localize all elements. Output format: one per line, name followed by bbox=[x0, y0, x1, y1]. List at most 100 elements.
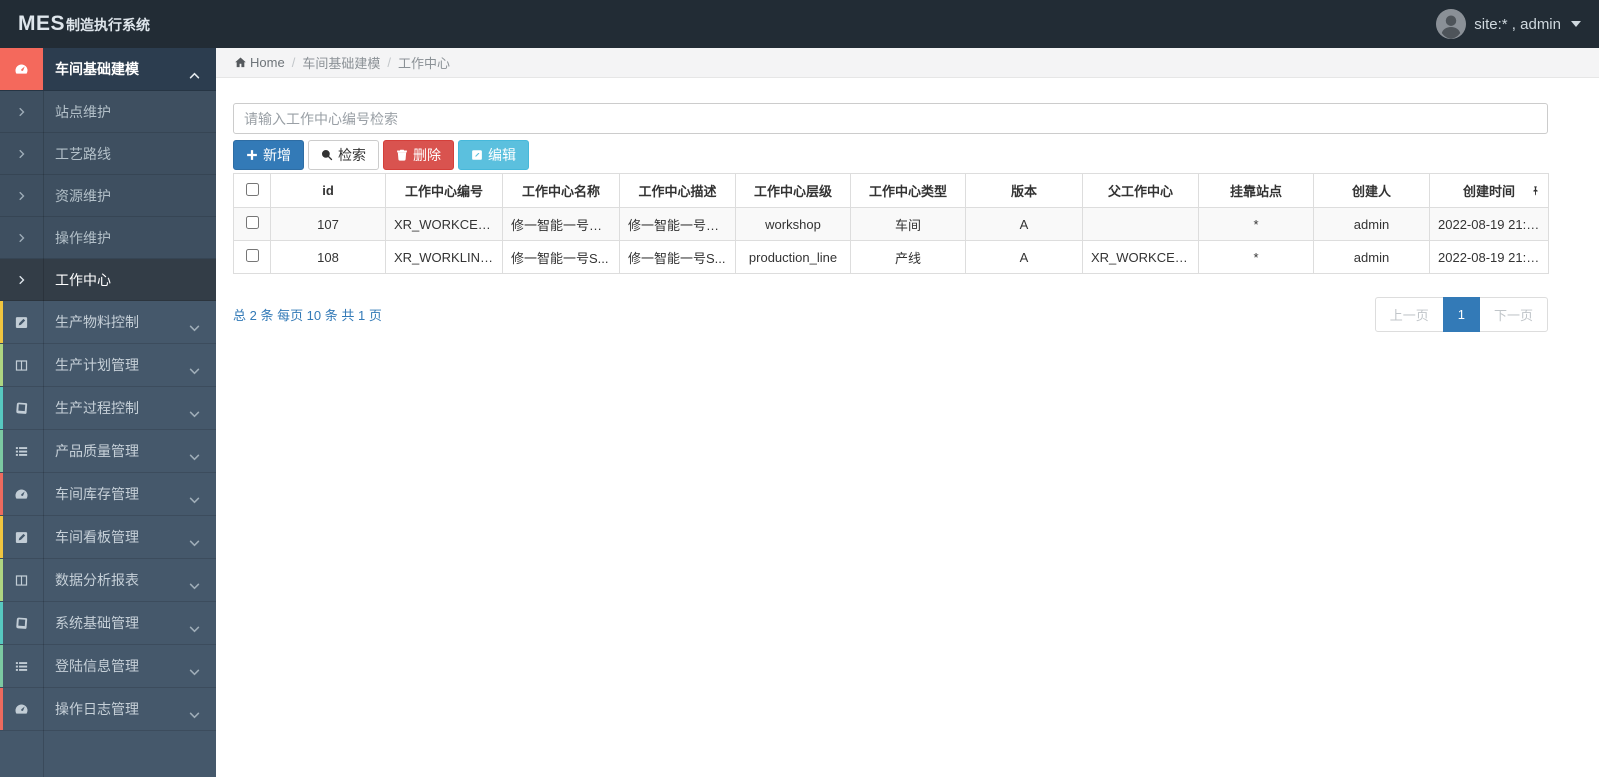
app-window: MES 制造执行系统 site:* , admin 车间基础建模 站点维护 工艺… bbox=[0, 0, 1599, 777]
header-select-all bbox=[233, 173, 271, 208]
delete-button[interactable]: 删除 bbox=[383, 140, 454, 170]
next-page-button[interactable]: 下一页 bbox=[1478, 297, 1548, 332]
book-icon bbox=[0, 387, 43, 429]
user-dropdown[interactable]: site:* , admin bbox=[1436, 9, 1581, 39]
chevron-down-icon bbox=[189, 534, 200, 546]
breadcrumb-separator: / bbox=[291, 55, 296, 70]
sidebar-item-process-route[interactable]: 工艺路线 bbox=[0, 133, 216, 175]
sidebar-group-label: 系统基础管理 bbox=[55, 615, 139, 631]
sidebar-item-label: 工艺路线 bbox=[55, 145, 111, 162]
book-icon bbox=[0, 602, 43, 644]
select-all-checkbox[interactable] bbox=[245, 182, 259, 196]
row-checkbox[interactable] bbox=[245, 249, 259, 262]
sidebar-group-workshop-basic-modeling[interactable]: 车间基础建模 bbox=[0, 48, 216, 91]
user-photo-icon bbox=[1436, 9, 1467, 39]
trash-icon bbox=[397, 149, 407, 161]
sidebar-group-production-material-control[interactable]: 生产物料控制 bbox=[0, 301, 216, 344]
row-select-cell bbox=[233, 240, 271, 274]
cell-type: 车间 bbox=[850, 207, 966, 241]
breadcrumb-home-label: Home bbox=[250, 55, 285, 70]
sidebar-group-operation-log-management[interactable]: 操作日志管理 bbox=[0, 688, 216, 731]
sidebar-item-label: 站点维护 bbox=[55, 103, 111, 120]
table-row[interactable]: 108 XR_WORKLINE... 修一智能一号S... 修一智能一号S...… bbox=[233, 240, 1549, 274]
column-header-id: id bbox=[270, 173, 386, 208]
sidebar-group-label: 产品质量管理 bbox=[55, 443, 139, 459]
breadcrumb-parent: 车间基础建模 bbox=[302, 56, 381, 71]
sidebar-item-label: 资源维护 bbox=[55, 187, 111, 204]
main-content: Home / 车间基础建模 / 工作中心 新增 检索 删除 bbox=[216, 48, 1599, 777]
cell-parent: XR_WORKCEN... bbox=[1082, 240, 1199, 274]
sidebar-group-login-info-management[interactable]: 登陆信息管理 bbox=[0, 645, 216, 688]
add-button[interactable]: 新增 bbox=[233, 140, 304, 170]
chevron-down-icon bbox=[189, 491, 200, 503]
sidebar-group-label: 生产物料控制 bbox=[55, 314, 139, 330]
chevron-down-icon bbox=[189, 577, 200, 589]
page-body: 新增 检索 删除 编辑 bbox=[216, 78, 1599, 332]
sidebar-group-label: 数据分析报表 bbox=[55, 572, 139, 588]
search-input[interactable] bbox=[233, 103, 1548, 134]
chevron-down-icon bbox=[189, 319, 200, 331]
table-row[interactable]: 107 XR_WORKCEN... 修一智能一号车间 修一智能一号车间 work… bbox=[233, 207, 1549, 241]
chevron-down-icon bbox=[189, 362, 200, 374]
pin-icon[interactable] bbox=[1530, 185, 1541, 197]
cell-id: 107 bbox=[270, 207, 386, 241]
column-header-station: 挂靠站点 bbox=[1198, 173, 1314, 208]
app-logo[interactable]: MES 制造执行系统 bbox=[18, 12, 150, 36]
cell-create-time: 2022-08-19 21:1... bbox=[1429, 207, 1549, 241]
plus-icon bbox=[247, 150, 257, 160]
pager: 上一页 1 下一页 bbox=[1374, 297, 1548, 332]
sidebar-group-workshop-inventory-management[interactable]: 车间库存管理 bbox=[0, 473, 216, 516]
sidebar-group-product-quality-management[interactable]: 产品质量管理 bbox=[0, 430, 216, 473]
chevron-down-icon bbox=[189, 706, 200, 718]
chevron-up-icon bbox=[189, 66, 200, 78]
sidebar-item-site-maintenance[interactable]: 站点维护 bbox=[0, 91, 216, 133]
edit-button-label: 编辑 bbox=[488, 147, 516, 163]
columns-icon bbox=[0, 559, 43, 601]
column-header-create-time-label: 创建时间 bbox=[1462, 184, 1515, 199]
column-header-creator: 创建人 bbox=[1313, 173, 1430, 208]
chevron-down-icon bbox=[189, 405, 200, 417]
column-header-code: 工作中心编号 bbox=[385, 173, 503, 208]
cell-create-time: 2022-08-19 21:1... bbox=[1429, 240, 1549, 274]
logo-secondary: 制造执行系统 bbox=[66, 17, 151, 33]
page-1-button[interactable]: 1 bbox=[1442, 297, 1480, 332]
column-header-parent: 父工作中心 bbox=[1082, 173, 1199, 208]
search-button-label: 检索 bbox=[338, 147, 366, 163]
sidebar-group-label: 登陆信息管理 bbox=[55, 658, 139, 674]
column-header-name: 工作中心名称 bbox=[502, 173, 620, 208]
sidebar-item-resource-maintenance[interactable]: 资源维护 bbox=[0, 175, 216, 217]
sidebar-submenu: 站点维护 工艺路线 资源维护 操作维护 工作中心 bbox=[0, 91, 216, 301]
sidebar-item-work-center[interactable]: 工作中心 bbox=[0, 259, 216, 301]
work-center-table: id 工作中心编号 工作中心名称 工作中心描述 工作中心层级 工作中心类型 版本… bbox=[233, 173, 1549, 274]
chevron-right-icon bbox=[0, 107, 43, 117]
list-icon bbox=[0, 645, 43, 687]
row-checkbox[interactable] bbox=[245, 216, 259, 229]
chevron-right-icon bbox=[0, 191, 43, 201]
sidebar-group-system-basic-management[interactable]: 系统基础管理 bbox=[0, 602, 216, 645]
prev-page-button[interactable]: 上一页 bbox=[1374, 297, 1444, 332]
sidebar-group-production-plan-management[interactable]: 生产计划管理 bbox=[0, 344, 216, 387]
cell-creator: admin bbox=[1313, 207, 1430, 241]
dashboard-icon bbox=[0, 688, 43, 730]
search-icon bbox=[321, 149, 333, 161]
sidebar-item-label: 操作维护 bbox=[55, 229, 111, 246]
chevron-down-icon bbox=[189, 448, 200, 460]
breadcrumb-current: 工作中心 bbox=[397, 56, 450, 71]
sidebar-group-label: 车间基础建模 bbox=[55, 61, 139, 77]
sidebar-group-label: 生产计划管理 bbox=[55, 357, 139, 373]
sidebar-item-label: 工作中心 bbox=[55, 271, 111, 288]
cell-level: workshop bbox=[735, 207, 851, 241]
home-icon bbox=[235, 57, 246, 68]
sidebar-group-data-analysis-report[interactable]: 数据分析报表 bbox=[0, 559, 216, 602]
search-button[interactable]: 检索 bbox=[308, 140, 379, 170]
sidebar-group-workshop-kanban-management[interactable]: 车间看板管理 bbox=[0, 516, 216, 559]
user-label: site:* , admin bbox=[1474, 15, 1561, 33]
edit-button[interactable]: 编辑 bbox=[458, 140, 529, 170]
avatar bbox=[1436, 9, 1467, 39]
sidebar: 车间基础建模 站点维护 工艺路线 资源维护 操作维护 工作中心 生产物料控制 生… bbox=[0, 48, 216, 777]
cell-version: A bbox=[965, 207, 1083, 241]
sidebar-item-operation-maintenance[interactable]: 操作维护 bbox=[0, 217, 216, 259]
cell-station: * bbox=[1198, 240, 1314, 274]
sidebar-group-production-process-control[interactable]: 生产过程控制 bbox=[0, 387, 216, 430]
breadcrumb-home-link[interactable]: Home bbox=[234, 55, 285, 70]
